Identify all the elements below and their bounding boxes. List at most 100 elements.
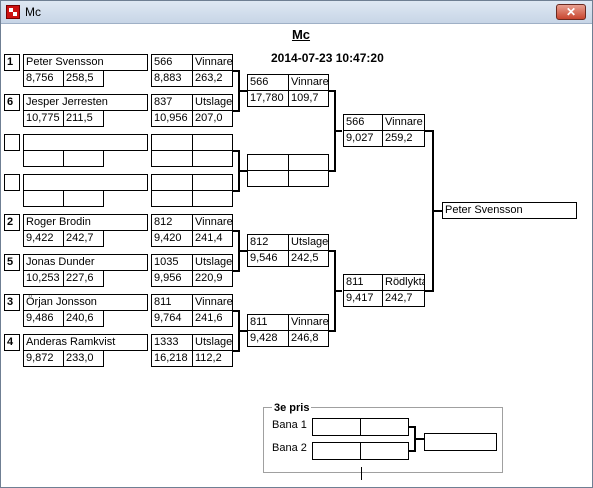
lane-2-number-field[interactable] — [312, 442, 361, 460]
text-cursor — [361, 467, 362, 480]
title-bar: Mc ✕ — [1, 1, 592, 24]
result-status-field[interactable]: Utslagen — [192, 334, 233, 351]
speed-field[interactable]: 263,2 — [192, 70, 233, 87]
time-field[interactable]: 9,027 — [343, 130, 383, 147]
start-number-field[interactable]: 566 — [247, 74, 289, 91]
speed-field[interactable]: 240,6 — [63, 310, 104, 327]
time-field[interactable]: 9,428 — [247, 330, 289, 347]
time-field[interactable]: 9,420 — [151, 230, 193, 247]
result-status-field[interactable]: Utslagen — [192, 94, 233, 111]
speed-field[interactable]: 242,7 — [382, 290, 425, 307]
speed-field[interactable]: 242,5 — [288, 250, 329, 267]
speed-field[interactable]: 211,5 — [63, 110, 104, 127]
start-number-field[interactable]: 1333 — [151, 334, 193, 351]
date-time-label: 2014-07-23 10:47:20 — [271, 51, 384, 65]
lane-2-label: Bana 2 — [272, 442, 307, 454]
window-title: Mc — [25, 5, 41, 19]
racer-name-field[interactable]: Jonas Dunder — [23, 254, 148, 271]
time-field[interactable]: 16,218 — [151, 350, 193, 367]
start-number-field[interactable] — [247, 154, 289, 171]
racer-name-field[interactable]: Anderas Ramkvist — [23, 334, 148, 351]
result-status-field[interactable]: Utslagen — [288, 234, 329, 251]
time-field[interactable] — [151, 190, 193, 207]
speed-field[interactable]: 258,5 — [63, 70, 104, 87]
result-status-field[interactable]: Vinnare — [288, 74, 329, 91]
reaction-time-field[interactable]: 8,756 — [23, 70, 64, 87]
winner-field[interactable]: Peter Svensson — [442, 202, 577, 219]
speed-field[interactable]: 242,7 — [63, 230, 104, 247]
seed-label — [4, 134, 20, 151]
start-number-field[interactable]: 812 — [247, 234, 289, 251]
time-field[interactable]: 9,956 — [151, 270, 193, 287]
speed-field[interactable]: 109,7 — [288, 90, 329, 107]
speed-field[interactable]: 227,6 — [63, 270, 104, 287]
bracket-content: Mc 2014-07-23 10:47:20 1 Peter Svensson … — [1, 24, 592, 487]
seed-label: 6 — [4, 94, 20, 111]
start-number-field[interactable]: 811 — [247, 314, 289, 331]
start-number-field[interactable] — [151, 134, 193, 151]
time-field[interactable]: 17,780 — [247, 90, 289, 107]
seed-label: 4 — [4, 334, 20, 351]
speed-field[interactable] — [63, 190, 104, 207]
start-number-field[interactable]: 811 — [343, 274, 383, 291]
racer-name-field[interactable] — [23, 174, 148, 191]
page-title: Mc — [291, 27, 311, 42]
result-status-field[interactable]: Utslagen — [192, 254, 233, 271]
time-field[interactable]: 9,546 — [247, 250, 289, 267]
reaction-time-field[interactable] — [23, 190, 64, 207]
speed-field[interactable] — [63, 150, 104, 167]
result-status-field[interactable]: Vinnare — [382, 114, 425, 131]
racer-name-field[interactable]: Jesper Jerresten — [23, 94, 148, 111]
speed-field[interactable]: 233,0 — [63, 350, 104, 367]
seed-label: 5 — [4, 254, 20, 271]
speed-field[interactable]: 241,4 — [192, 230, 233, 247]
start-number-field[interactable] — [151, 174, 193, 191]
time-field[interactable]: 8,883 — [151, 70, 193, 87]
start-number-field[interactable]: 811 — [151, 294, 193, 311]
racer-name-field[interactable] — [23, 134, 148, 151]
speed-field[interactable]: 246,8 — [288, 330, 329, 347]
result-status-field[interactable]: Rödlykta — [382, 274, 425, 291]
speed-field[interactable]: 220,9 — [192, 270, 233, 287]
start-number-field[interactable]: 566 — [151, 54, 193, 71]
close-button[interactable]: ✕ — [556, 4, 586, 20]
reaction-time-field[interactable] — [23, 150, 64, 167]
result-status-field[interactable]: Vinnare — [288, 314, 329, 331]
speed-field[interactable]: 207,0 — [192, 110, 233, 127]
time-field[interactable] — [151, 150, 193, 167]
reaction-time-field[interactable]: 10,253 — [23, 270, 64, 287]
seed-label: 3 — [4, 294, 20, 311]
third-place-winner-field[interactable] — [424, 433, 497, 451]
speed-field[interactable] — [288, 170, 329, 187]
reaction-time-field[interactable]: 9,422 — [23, 230, 64, 247]
speed-field[interactable]: 112,2 — [192, 350, 233, 367]
time-field[interactable]: 9,764 — [151, 310, 193, 327]
lane-1-label: Bana 1 — [272, 419, 307, 431]
reaction-time-field[interactable]: 10,775 — [23, 110, 64, 127]
start-number-field[interactable]: 812 — [151, 214, 193, 231]
result-status-field[interactable]: Vinnare — [192, 54, 233, 71]
lane-1-status-field[interactable] — [360, 418, 409, 436]
result-status-field[interactable] — [192, 134, 233, 151]
speed-field[interactable]: 241,6 — [192, 310, 233, 327]
lane-2-status-field[interactable] — [360, 442, 409, 460]
result-status-field[interactable]: Vinnare — [192, 294, 233, 311]
speed-field[interactable] — [192, 150, 233, 167]
time-field[interactable] — [247, 170, 289, 187]
racer-name-field[interactable]: Peter Svensson — [23, 54, 148, 71]
speed-field[interactable] — [192, 190, 233, 207]
result-status-field[interactable]: Vinnare — [192, 214, 233, 231]
reaction-time-field[interactable]: 9,486 — [23, 310, 64, 327]
time-field[interactable]: 9,417 — [343, 290, 383, 307]
racer-name-field[interactable]: Roger Brodin — [23, 214, 148, 231]
result-status-field[interactable] — [288, 154, 329, 171]
lane-1-number-field[interactable] — [312, 418, 361, 436]
start-number-field[interactable]: 566 — [343, 114, 383, 131]
racer-name-field[interactable]: Örjan Jonsson — [23, 294, 148, 311]
start-number-field[interactable]: 1035 — [151, 254, 193, 271]
speed-field[interactable]: 259,2 — [382, 130, 425, 147]
result-status-field[interactable] — [192, 174, 233, 191]
time-field[interactable]: 10,956 — [151, 110, 193, 127]
start-number-field[interactable]: 837 — [151, 94, 193, 111]
reaction-time-field[interactable]: 9,872 — [23, 350, 64, 367]
